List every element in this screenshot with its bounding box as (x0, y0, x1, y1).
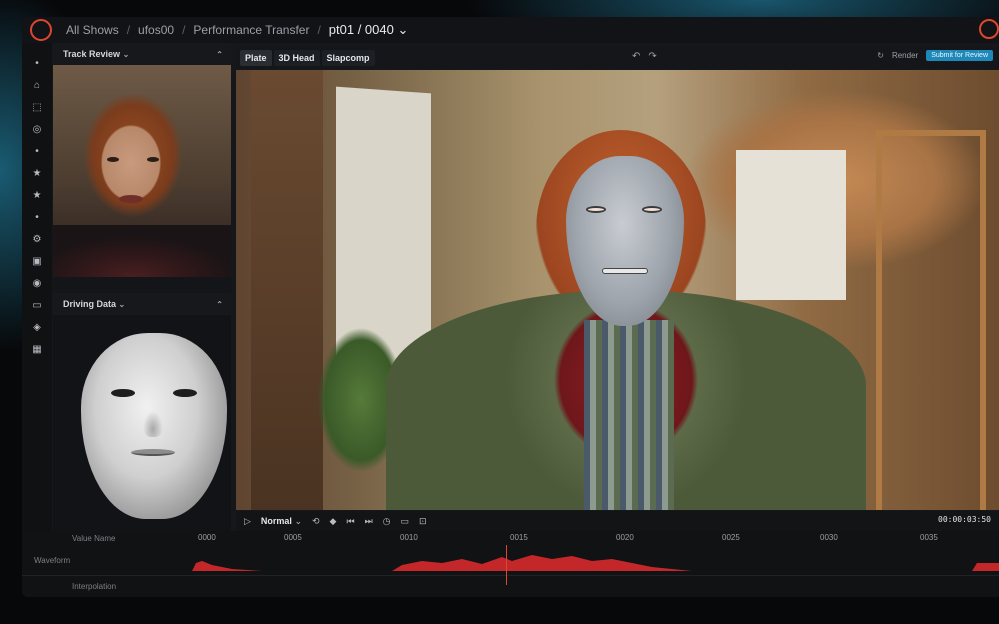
nose-shape (143, 411, 163, 437)
timeline-panel: 0000 0005 0010 0015 0020 0025 0030 0035 … (22, 531, 999, 597)
dot-icon: • (35, 146, 39, 157)
driving-data-title: Driving Data (63, 299, 117, 309)
screen-icon[interactable]: ▭ (22, 295, 52, 317)
driving-data-panel-header[interactable]: Driving Data ⌄ ⌃ (53, 293, 231, 315)
waveform-track[interactable] (192, 549, 999, 571)
app-logo-icon[interactable] (30, 19, 52, 41)
mouth-shape (119, 195, 143, 203)
chevron-down-icon: ⌄ (118, 300, 126, 309)
collapse-icon[interactable]: ⌃ (216, 50, 223, 59)
undo-redo-icons[interactable]: ↶↷ (632, 51, 665, 62)
eye-icon[interactable]: ◈ (22, 317, 52, 339)
waveform-row-label: Waveform (34, 556, 71, 565)
app-window: All Shows / ufos00 / Performance Transfe… (22, 17, 999, 597)
track-review-video[interactable] (53, 65, 231, 277)
eye-shape (642, 206, 662, 213)
globe-icon[interactable]: ◉ (22, 273, 52, 295)
interpolation-row-label: Interpolation (72, 582, 117, 591)
driving-data-viewport[interactable] (53, 315, 231, 548)
shirt-shape (584, 320, 674, 510)
tick-label: 0030 (820, 533, 838, 542)
fit-icon[interactable]: ⊡ (419, 516, 427, 527)
breadcrumb-item-workflow[interactable]: Performance Transfer (193, 23, 309, 37)
driving-face-mesh (81, 333, 227, 519)
submit-button[interactable]: Submit for Review (926, 50, 993, 61)
tick-label: 0010 (400, 533, 418, 542)
loop-icon[interactable]: ⟲ (312, 516, 320, 527)
tick-label: 0005 (284, 533, 302, 542)
star-icon[interactable]: ★ (22, 163, 52, 185)
play-icon[interactable]: ▷ (244, 516, 251, 527)
viewer-toolbar: Plate 3D Head Slapcomp ↶↷ ↻ Render Submi… (236, 47, 999, 69)
timecode-display: 00:00:03:50 (938, 515, 991, 524)
gear-icon[interactable]: ⚙ (22, 229, 52, 251)
value-name-header: Value Name (72, 534, 116, 543)
top-header: All Shows / ufos00 / Performance Transfe… (22, 17, 999, 43)
shot-selector-label: pt01 / 0040 (328, 22, 394, 37)
breadcrumb-item-shows[interactable]: All Shows (66, 23, 119, 37)
eye-shape (107, 157, 119, 162)
main-viewport[interactable] (236, 70, 999, 510)
user-avatar[interactable] (979, 19, 999, 39)
left-panel-column: Track Review ⌄ ⌃ Driving Data ⌄ ⌃ (53, 43, 231, 548)
interpolation-row[interactable]: Interpolation (22, 575, 999, 597)
diamond-icon[interactable]: ◆ (330, 516, 337, 527)
tick-label: 0020 (616, 533, 634, 542)
waveform-shape (192, 555, 999, 571)
tab-slapcomp[interactable]: Slapcomp (321, 50, 375, 66)
chevron-down-icon: ⌄ (122, 50, 130, 59)
playhead[interactable] (506, 545, 507, 585)
eye-shape (111, 389, 135, 397)
track-review-title: Track Review (63, 49, 121, 59)
camera-icon[interactable]: ▣ (22, 251, 52, 273)
star-icon[interactable]: ★ (22, 185, 52, 207)
eye-shape (147, 157, 159, 162)
breadcrumb-item-project[interactable]: ufos00 (138, 23, 174, 37)
shot-selector-dropdown[interactable]: pt01 / 0040 ⌄ (329, 22, 409, 38)
render-button[interactable]: Render (892, 51, 918, 60)
tab-3d-head[interactable]: 3D Head (273, 50, 320, 66)
tick-label: 0015 (510, 533, 528, 542)
sidebar-rail: • ⌂ ⬚ ◎ • ★ ★ • ⚙ ▣ ◉ ▭ ◈ ▦ (22, 43, 52, 548)
corkboard-shape (736, 150, 846, 300)
tab-plate[interactable]: Plate (240, 50, 272, 66)
render-actions: ↻ Render Submit for Review (877, 50, 993, 61)
breadcrumb-separator: / (317, 23, 321, 37)
chevron-down-icon: ⌄ (397, 22, 409, 37)
eye-shape (586, 206, 606, 213)
dot-icon: • (35, 58, 39, 69)
marker-icon[interactable]: ▭ (401, 516, 410, 527)
home-icon[interactable]: ⌂ (22, 75, 52, 97)
tick-label: 0035 (920, 533, 938, 542)
dot-icon: • (35, 212, 39, 223)
speed-select[interactable]: Normal ⌄ (261, 516, 302, 527)
search-icon[interactable]: ◎ (22, 119, 52, 141)
mouth-shape (602, 268, 648, 274)
hoodie-shape (53, 225, 231, 277)
tick-label: 0025 (722, 533, 740, 542)
tick-label: 0000 (198, 533, 216, 542)
breadcrumb-separator: / (126, 23, 131, 37)
shelf-shape (876, 130, 986, 510)
speed-dropdown: Normal (260, 515, 292, 526)
next-frame-icon[interactable]: ⏭ (365, 516, 373, 527)
layers-icon[interactable]: ▦ (22, 339, 52, 361)
collapse-icon[interactable]: ⌃ (216, 300, 223, 309)
lips-shape (131, 449, 175, 456)
crop-icon[interactable]: ⬚ (22, 97, 52, 119)
timer-icon[interactable]: ◷ (383, 516, 391, 527)
player-controls: ▷ Normal ⌄ ⟲ ◆ ⏮ ⏭ ◷ ▭ ⊡ 00:00:03:50 (236, 511, 999, 531)
timeline-ruler[interactable]: 0000 0005 0010 0015 0020 0025 0030 0035 (192, 533, 999, 545)
prev-frame-icon[interactable]: ⏮ (346, 516, 354, 527)
track-review-panel-header[interactable]: Track Review ⌄ ⌃ (53, 43, 231, 65)
eye-shape (173, 389, 197, 397)
refresh-icon[interactable]: ↻ (877, 51, 884, 60)
breadcrumb-separator: / (182, 23, 186, 37)
